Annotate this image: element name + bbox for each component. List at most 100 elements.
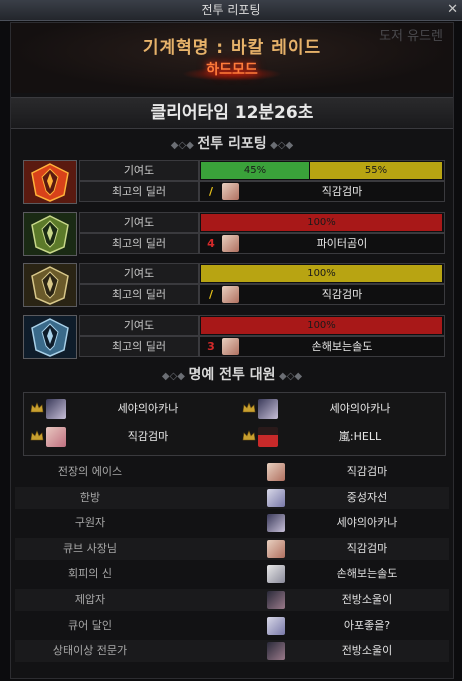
award-row: 한방 중성자선 (15, 486, 449, 509)
best-dealer: / 직감검마 (199, 284, 445, 305)
section-header-honor: ◆◇◆ 명예 전투 대원 ◆◇◆ (11, 365, 453, 385)
character-portrait (267, 514, 285, 533)
member-name: 직감검마 (127, 430, 169, 443)
contribution-bar: 100% (201, 265, 442, 282)
award-title: 회피의 신 (68, 567, 112, 581)
award-title: 큐브 사장님 (62, 541, 118, 555)
award-winner-name: 전방소울이 (341, 593, 393, 606)
best-dealer: / 직감검마 (199, 181, 445, 202)
character-portrait (267, 565, 285, 584)
character-portrait (222, 338, 239, 355)
rank-badge: 4 (207, 237, 215, 250)
award-title: 구원자 (74, 516, 106, 530)
dealer-name: 파이터곰이 (316, 237, 368, 250)
party-row: 기여도 45% 55% 최고의 딜러 / 직감검마 (23, 160, 445, 204)
party-stats: 기여도 100% 최고의 딜러 4 파이터곰이 (79, 212, 445, 254)
award-title: 상태이상 전문가 (52, 644, 128, 658)
award-row: 구원자 세야의아카나 (15, 512, 449, 534)
best-dealer-label: 최고의 딜러 (79, 336, 199, 357)
difficulty-label: 하드모드 (206, 62, 258, 78)
honor-member[interactable]: 직감검마 (24, 425, 232, 449)
character-portrait (267, 539, 285, 558)
party-row: 기여도 100% 최고의 딜러 4 파이터곰이 (23, 212, 445, 256)
award-winner-name: 중성자선 (346, 490, 388, 504)
award-row: 큐어 달인 아포좋을? (15, 615, 449, 637)
award-row: 상태이상 전문가 전방소울이 (15, 640, 449, 663)
crown-icon (242, 402, 256, 413)
section-title: 전투 리포팅 (197, 136, 267, 152)
character-portrait (267, 591, 285, 609)
best-dealer-label: 최고의 딜러 (79, 181, 199, 202)
contribution-bar: 45% (201, 162, 309, 179)
dealer-name: 직감검마 (321, 288, 363, 301)
close-icon[interactable]: ✕ (447, 0, 458, 20)
honor-member[interactable]: 세야의아카나 (24, 397, 232, 421)
award-title: 전장의 에이스 (57, 465, 123, 478)
character-portrait (267, 463, 285, 481)
crown-icon (30, 402, 44, 413)
award-row: 회피의 신 손해보는솔도 (15, 563, 449, 585)
character-portrait (267, 488, 285, 507)
award-winner-name: 아포좋을? (343, 618, 391, 632)
rank-badge: / (208, 288, 214, 301)
best-dealer-label: 최고의 딜러 (79, 233, 199, 254)
contribution-label: 기여도 (79, 315, 199, 336)
red-crest-icon (23, 160, 77, 204)
raid-name: 기계혁명 : 바칼 레이드 (142, 38, 322, 58)
character-portrait (267, 616, 285, 635)
character-portrait (258, 399, 278, 419)
award-title: 제압자 (74, 593, 106, 606)
award-winner-name: 세야의아카나 (336, 516, 398, 530)
contribution-bar: 55% (310, 162, 442, 179)
rank-badge: 3 (207, 340, 215, 353)
contribution-bars: 100% (199, 212, 445, 233)
dealer-name: 직감검마 (321, 185, 363, 198)
crown-icon (30, 430, 44, 441)
contribution-bars: 100% (199, 315, 445, 336)
best-dealer: 4 파이터곰이 (199, 233, 445, 254)
party-stats: 기여도 100% 최고의 딜러 3 손해보는솔도 (79, 315, 445, 357)
character-portrait (46, 427, 66, 447)
character-portrait (222, 286, 239, 303)
contribution-label: 기여도 (79, 263, 199, 284)
party-stats: 기여도 45% 55% 최고의 딜러 / 직감검마 (79, 160, 445, 202)
party-stats: 기여도 100% 최고의 딜러 / 직감검마 (79, 263, 445, 305)
member-name: 세야의아카나 (329, 402, 391, 415)
clear-time: 클리어타임 12분26초 (11, 97, 453, 129)
ornament-icon: ◆◇◆ (275, 371, 303, 382)
character-portrait (267, 642, 285, 661)
window-titlebar: 전투 리포팅 ✕ (0, 0, 462, 21)
blue-crest-icon (23, 315, 77, 359)
gold-crest-icon (23, 263, 77, 307)
green-crest-icon (23, 212, 77, 256)
member-name: 세야의아카나 (117, 402, 179, 415)
award-title: 한방 (79, 490, 101, 504)
character-portrait (258, 427, 278, 447)
party-row: 기여도 100% 최고의 딜러 / 직감검마 (23, 263, 445, 307)
window-title: 전투 리포팅 (201, 3, 261, 17)
contribution-label: 기여도 (79, 212, 199, 233)
best-dealer: 3 손해보는솔도 (199, 336, 445, 357)
award-row: 제압자 전방소울이 (15, 589, 449, 611)
raid-header: 도저 유드렌 기계혁명 : 바칼 레이드 하드모드 (11, 23, 453, 93)
dealer-name: 손해보는솔도 (311, 340, 373, 353)
ornament-icon: ◆◇◆ (161, 371, 189, 382)
contribution-bars: 100% (199, 263, 445, 284)
character-portrait (222, 183, 239, 200)
award-row: 큐브 사장님 직감검마 (15, 537, 449, 560)
rank-badge: / (208, 185, 214, 198)
section-header-report: ◆◇◆ 전투 리포팅 ◆◇◆ (11, 134, 453, 154)
honor-member[interactable]: 嵐:HELL (236, 425, 444, 449)
honor-member[interactable]: 세야의아카나 (236, 397, 444, 421)
crown-icon (242, 430, 256, 441)
party-row: 기여도 100% 최고의 딜러 3 손해보는솔도 (23, 315, 445, 359)
award-winner-name: 직감검마 (346, 541, 388, 555)
battle-report-window: 도저 유드렌 기계혁명 : 바칼 레이드 하드모드 클리어타임 12분26초 ◆… (10, 22, 454, 679)
section-title: 명예 전투 대원 (188, 367, 276, 383)
ornament-icon: ◆◇◆ (170, 140, 198, 151)
award-winner-name: 전방소울이 (341, 644, 393, 658)
best-dealer-label: 최고의 딜러 (79, 284, 199, 305)
ornament-icon: ◆◇◆ (266, 140, 294, 151)
contribution-bar: 100% (201, 317, 442, 334)
contribution-label: 기여도 (79, 160, 199, 181)
